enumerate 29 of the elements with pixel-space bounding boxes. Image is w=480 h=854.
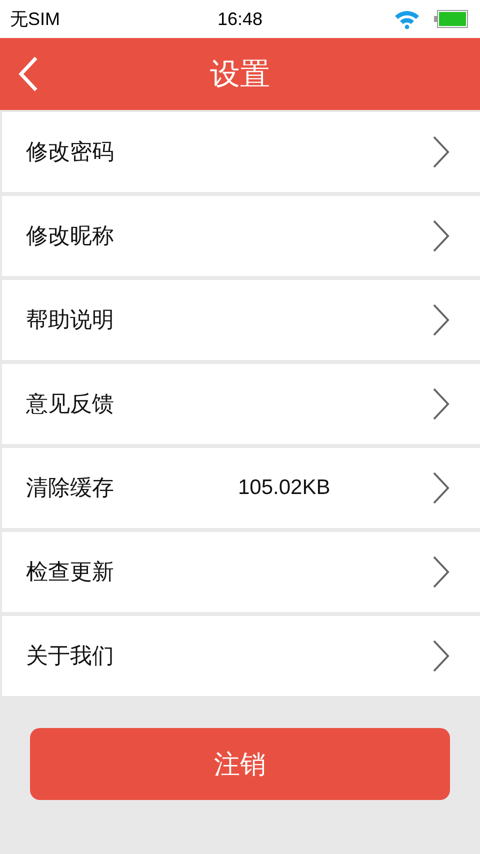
row-label: 意见反馈 (26, 391, 114, 419)
settings-row[interactable]: 清除缓存 105.02KB (2, 448, 480, 528)
chevron-right-icon (432, 472, 450, 504)
battery-icon (434, 10, 468, 28)
settings-row[interactable]: 关于我们 (2, 616, 480, 696)
chevron-right-icon (432, 388, 450, 420)
back-icon (18, 56, 38, 92)
chevron-right-icon (432, 220, 450, 252)
cache-size-text: 105.02KB (238, 476, 330, 500)
page-title: 设置 (210, 56, 270, 94)
settings-row[interactable]: 帮助说明 (2, 280, 480, 360)
chevron-right-icon (432, 304, 450, 336)
row-label: 修改昵称 (26, 223, 114, 251)
clock-text: 16:48 (217, 8, 263, 30)
logout-button[interactable]: 注销 (30, 728, 450, 800)
settings-row[interactable]: 修改密码 (2, 112, 480, 192)
settings-row[interactable]: 意见反馈 (2, 364, 480, 444)
row-label: 清除缓存 (26, 475, 114, 503)
settings-row[interactable]: 检查更新 (2, 532, 480, 612)
row-label: 关于我们 (26, 643, 114, 671)
row-label: 检查更新 (26, 559, 114, 587)
wifi-icon (394, 9, 420, 29)
row-label: 修改密码 (26, 139, 114, 167)
row-label: 帮助说明 (26, 307, 114, 335)
settings-row[interactable]: 修改昵称 (2, 196, 480, 276)
chevron-right-icon (432, 136, 450, 168)
carrier-text: 无SIM (10, 8, 60, 31)
chevron-right-icon (432, 640, 450, 672)
chevron-right-icon (432, 556, 450, 588)
